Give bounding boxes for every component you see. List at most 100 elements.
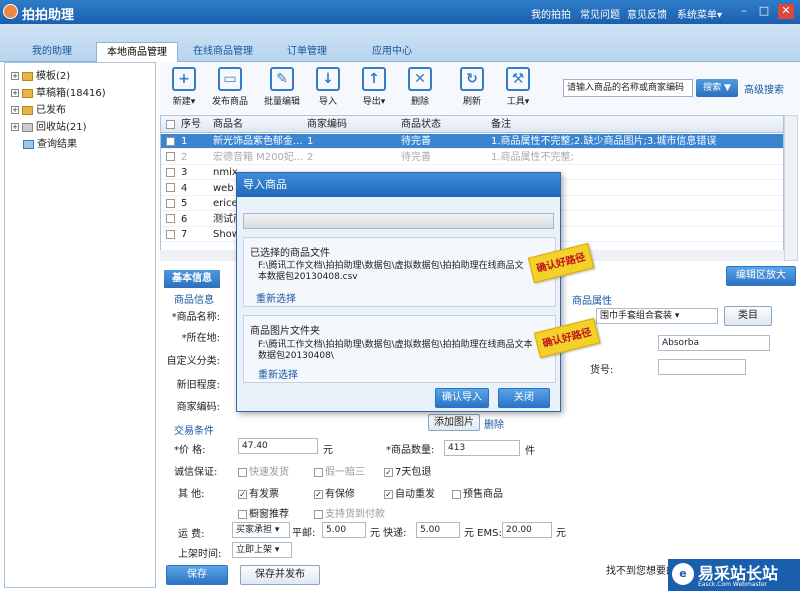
search-button[interactable]: 搜索 ▼ xyxy=(696,79,738,97)
table-vertical-scrollbar[interactable] xyxy=(784,115,798,261)
table-cell: 7 xyxy=(181,229,188,240)
freight-bearer-select[interactable]: 买家承担 ▾ xyxy=(232,522,290,538)
export-button[interactable]: ↑ 导出▾ xyxy=(352,67,396,107)
col-code[interactable]: 商家编码 xyxy=(307,116,347,133)
watermark: e 易采站长站 Easck.Com Webmaster xyxy=(668,559,800,591)
advanced-search-link[interactable]: 高级搜索 xyxy=(744,81,784,96)
post-label: 平邮: xyxy=(292,528,316,539)
folder-icon xyxy=(22,71,33,81)
tree-item-templates[interactable]: + 模板(2) xyxy=(11,69,70,85)
publish-button[interactable]: ▭ 发布商品 xyxy=(208,67,252,107)
save-publish-button[interactable]: 保存并发布 xyxy=(240,565,320,585)
import-button[interactable]: ↓ 导入 xyxy=(306,67,350,107)
quantity-unit: 件 xyxy=(525,446,535,457)
my-paipai-link[interactable]: 我的拍拍 xyxy=(531,6,571,21)
table-row[interactable]: 1 新光饰品紫色郁金... 1 待完善 1.商品属性不完整;2.缺少商品图片;3.城市信… xyxy=(161,134,783,149)
row-checkbox[interactable] xyxy=(166,198,175,208)
tree-item-results[interactable]: 查询结果 xyxy=(23,137,77,153)
import-progress-bar xyxy=(243,213,554,229)
close-icon[interactable]: ✕ xyxy=(778,4,794,19)
delete-image-link[interactable]: 删除 xyxy=(484,416,504,431)
zoom-edit-button[interactable]: 编辑区放大 xyxy=(726,266,796,286)
table-cell: web xyxy=(213,182,234,194)
row-checkbox[interactable] xyxy=(166,167,175,177)
tab-local-goods[interactable]: 本地商品管理 xyxy=(96,42,178,62)
faq-link[interactable]: 常见问题 xyxy=(580,6,620,21)
tab-online-goods[interactable]: 在线商品管理 xyxy=(184,42,262,62)
price-label: *价 格: xyxy=(174,445,206,456)
condition-label: 新旧程度: xyxy=(176,380,220,391)
row-checkbox[interactable] xyxy=(166,229,175,239)
location-label: *所在地: xyxy=(181,333,220,344)
invoice-checkbox[interactable]: ✓ 有发票 xyxy=(238,485,279,500)
reselect-folder-link[interactable]: 重新选择 xyxy=(258,366,298,381)
tree-item-drafts[interactable]: + 草稿箱(18416) xyxy=(11,86,106,102)
dialog-title: 导入商品 xyxy=(237,173,560,197)
presale-checkbox[interactable]: 预售商品 xyxy=(452,485,503,500)
tab-my-assistant[interactable]: 我的助理 xyxy=(16,42,88,62)
select-all-checkbox[interactable] xyxy=(166,119,175,129)
table-row[interactable]: 2 宏德音箱 M200妃... 2 待完善 1.商品属性不完整; xyxy=(161,150,783,165)
category-label: 自定义分类: xyxy=(166,356,220,367)
cod-checkbox[interactable]: 支持货到付款 xyxy=(314,505,385,520)
fake-compensation-checkbox[interactable]: 假一赔三 xyxy=(314,463,365,478)
express-fee-input[interactable]: 5.00 xyxy=(416,522,460,538)
col-note[interactable]: 备注 xyxy=(491,116,511,133)
tab-orders[interactable]: 订单管理 xyxy=(275,42,339,62)
tree-item-recycle[interactable]: + 回收站(21) xyxy=(11,120,87,136)
table-cell: 3 xyxy=(181,167,188,178)
col-name[interactable]: 商品名 xyxy=(213,116,243,133)
sidebar-tree: + 模板(2) + 草稿箱(18416) + 已发布 + 回收站(21) 查询结果 xyxy=(4,62,156,588)
showcase-checkbox[interactable]: 橱窗推荐 xyxy=(238,505,289,520)
confirm-import-button[interactable]: 确认导入 xyxy=(435,388,489,408)
table-cell: 待完善 xyxy=(401,136,431,147)
row-checkbox[interactable] xyxy=(166,152,175,161)
fast-ship-checkbox[interactable]: 快速发货 xyxy=(238,463,289,478)
refresh-button[interactable]: ↻ 刷新 xyxy=(450,67,494,107)
delete-button[interactable]: ✕ 删除 xyxy=(398,67,442,107)
refresh-icon: ↻ xyxy=(460,67,484,91)
row-checkbox[interactable] xyxy=(166,214,175,223)
brand-input[interactable]: Absorba xyxy=(658,335,770,351)
attributes-heading: 商品属性 xyxy=(572,296,612,307)
sku-input[interactable] xyxy=(658,359,746,375)
category-button[interactable]: 类目 xyxy=(724,306,772,326)
tab-basic-info[interactable]: 基本信息 xyxy=(164,270,220,288)
quantity-input[interactable]: 413 xyxy=(444,440,520,456)
listing-time-select[interactable]: 立即上架 ▾ xyxy=(232,542,292,558)
new-button[interactable]: + 新建▾ xyxy=(162,67,206,107)
freight-label: 运 费: xyxy=(178,529,205,540)
col-index[interactable]: 序号 xyxy=(181,116,201,133)
warranty-checkbox[interactable]: ✓ 有保修 xyxy=(314,485,355,500)
minimize-icon[interactable]: – xyxy=(736,4,752,19)
maximize-icon[interactable]: □ xyxy=(756,4,772,19)
reselect-file-link[interactable]: 重新选择 xyxy=(256,290,296,305)
feedback-link[interactable]: 意见反馈 xyxy=(627,6,667,21)
save-button[interactable]: 保存(Ctrl+S) xyxy=(166,565,228,598)
row-checkbox[interactable] xyxy=(166,183,175,192)
wrench-icon: ⚒ xyxy=(506,67,530,91)
auto-repost-checkbox[interactable]: ✓ 自动重发 xyxy=(384,485,435,500)
table-cell: 1 xyxy=(181,136,188,147)
search-input[interactable]: 请输入商品的名称或商家编码 xyxy=(563,79,693,97)
dialog-close-button[interactable]: 关闭 xyxy=(498,388,550,408)
col-status[interactable]: 商品状态 xyxy=(401,116,441,133)
table-cell: 5 xyxy=(181,198,188,209)
post-fee-input[interactable]: 5.00 xyxy=(322,522,366,538)
add-image-button[interactable]: 添加图片 xyxy=(428,414,480,431)
row-checkbox[interactable] xyxy=(166,136,175,146)
ems-fee-input[interactable]: 20.00 xyxy=(502,522,552,538)
table-cell: erice xyxy=(213,198,238,209)
price-input[interactable]: 47.40 xyxy=(238,438,318,454)
seven-day-return-checkbox[interactable]: ✓ 7天包退 xyxy=(384,463,431,478)
system-menu[interactable]: 系统菜单▾ xyxy=(677,6,722,21)
not-found-text: 找不到您想要的 xyxy=(606,566,676,577)
tab-app-center[interactable]: 应用中心 xyxy=(360,42,424,62)
attribute-set-select[interactable]: 围巾手套组合套装 ▾ xyxy=(596,308,718,324)
folder-icon xyxy=(22,105,33,115)
table-cell: 新光饰品紫色郁金... xyxy=(213,136,303,147)
tree-item-published[interactable]: + 已发布 xyxy=(11,103,66,119)
batch-edit-button[interactable]: ✎ 批量编辑 xyxy=(260,67,304,107)
tools-button[interactable]: ⚒ 工具▾ xyxy=(496,67,540,107)
export-icon: ↑ xyxy=(362,67,386,91)
